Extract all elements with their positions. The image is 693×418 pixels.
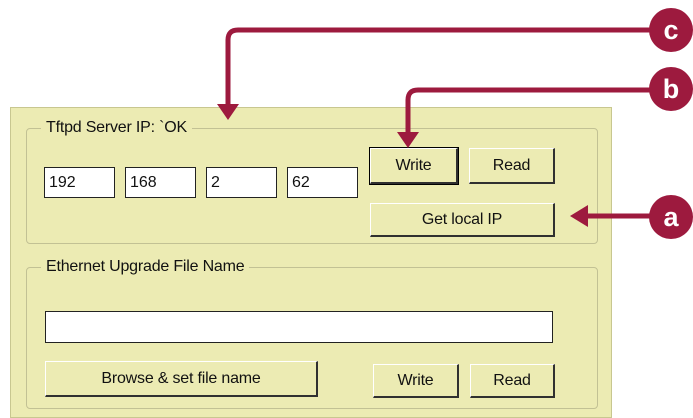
- callout-a-badge: a: [649, 195, 693, 239]
- callout-b-arrowhead: [397, 132, 419, 148]
- callout-c-line: [225, 27, 668, 106]
- callout-b-badge: b: [649, 67, 693, 111]
- callout-a-arrowhead: [570, 205, 588, 227]
- callout-c-arrowhead: [217, 104, 239, 120]
- callout-lines: [217, 27, 668, 227]
- callout-b-line: [405, 87, 668, 134]
- callout-c-badge: c: [649, 8, 693, 52]
